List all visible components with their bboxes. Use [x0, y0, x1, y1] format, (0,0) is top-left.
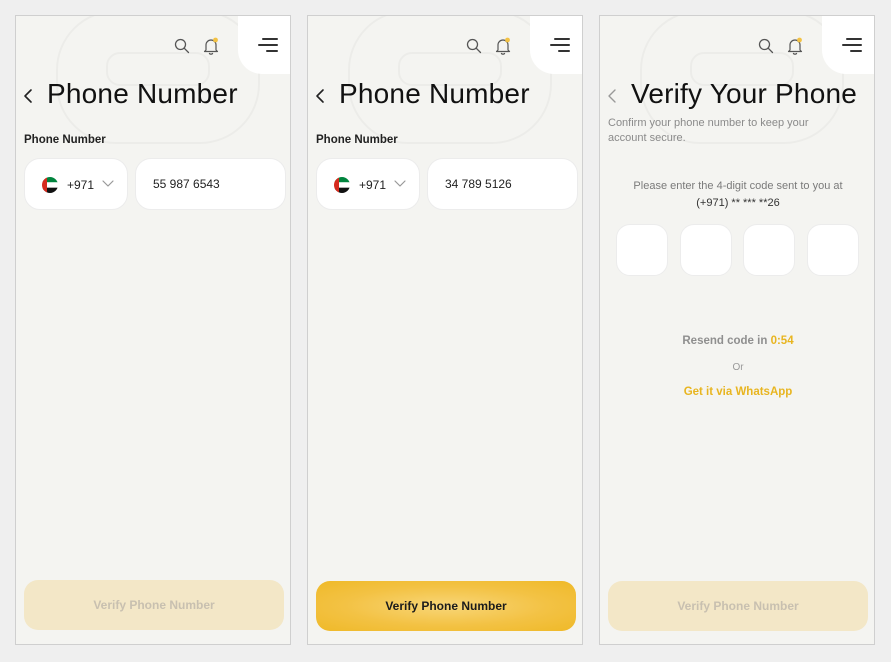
phone-number-label: Phone Number: [24, 134, 106, 146]
bell-icon[interactable]: [203, 37, 219, 55]
search-icon[interactable]: [466, 38, 482, 54]
menu-icon: [842, 38, 862, 52]
dial-code: +971: [67, 178, 95, 192]
phone-number-label: Phone Number: [316, 134, 398, 146]
back-icon[interactable]: [314, 88, 326, 104]
back-icon[interactable]: [606, 88, 618, 104]
verify-phone-button[interactable]: Verify Phone Number: [24, 580, 284, 630]
uae-flag-icon: [42, 177, 58, 193]
whatsapp-link[interactable]: Get it via WhatsApp: [600, 386, 874, 398]
menu-button[interactable]: [530, 16, 582, 74]
dial-code: +971: [359, 178, 387, 192]
menu-button[interactable]: [822, 16, 874, 74]
page-title: Phone Number: [339, 78, 530, 109]
resend-timer: 0:54: [770, 335, 794, 347]
chevron-down-icon: [102, 180, 114, 187]
phone-number-screen-1: Phone Number Phone Number +971 55 987 65…: [15, 15, 291, 645]
back-icon[interactable]: [22, 88, 34, 104]
otp-digit-2[interactable]: [680, 224, 732, 276]
bell-icon[interactable]: [787, 37, 803, 55]
page-subtitle: Confirm your phone number to keep your a…: [608, 117, 809, 144]
menu-icon: [258, 38, 278, 52]
otp-digit-4[interactable]: [807, 224, 859, 276]
page-title: Verify Your Phone: [631, 78, 858, 109]
phone-number-input[interactable]: 55 987 6543: [135, 158, 286, 210]
phone-number-screen-2: Phone Number Phone Number +971 34 789 51…: [307, 15, 583, 645]
search-icon[interactable]: [174, 38, 190, 54]
search-icon[interactable]: [758, 38, 774, 54]
or-divider: Or: [732, 362, 744, 373]
instruction-text: Please enter the 4-digit code sent to yo…: [633, 180, 843, 192]
verify-phone-screen: Verify Your Phone Confirm your phone num…: [599, 15, 875, 645]
menu-button[interactable]: [238, 16, 290, 74]
page-title: Phone Number: [47, 78, 238, 109]
resend-code: Resend code in 0:54: [600, 335, 874, 347]
verify-phone-button[interactable]: Verify Phone Number: [316, 581, 576, 631]
phone-number-input[interactable]: 34 789 5126: [427, 158, 578, 210]
country-code-select[interactable]: +971: [316, 158, 420, 210]
resend-label: Resend code in: [682, 335, 768, 347]
otp-digit-3[interactable]: [743, 224, 795, 276]
masked-phone-number: (+971) ** *** **26: [696, 197, 780, 209]
menu-icon: [550, 38, 570, 52]
chevron-down-icon: [394, 180, 406, 187]
country-code-select[interactable]: +971: [24, 158, 128, 210]
verify-phone-button[interactable]: Verify Phone Number: [608, 581, 868, 631]
bell-icon[interactable]: [495, 37, 511, 55]
otp-digit-1[interactable]: [616, 224, 668, 276]
code-instruction: Please enter the 4-digit code sent to yo…: [610, 178, 866, 212]
uae-flag-icon: [334, 177, 350, 193]
